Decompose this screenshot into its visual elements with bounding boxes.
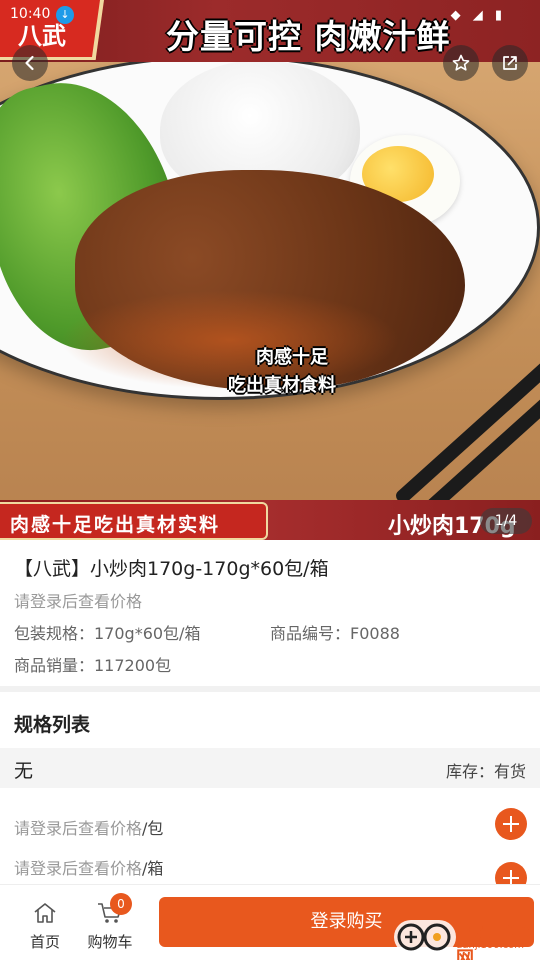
cart-count-badge: 0 <box>110 893 132 915</box>
image-headline: 分量可控 肉嫩汁鲜 <box>166 17 451 56</box>
variant-price-hint[interactable]: 请登录后查看价格 <box>14 859 142 878</box>
download-icon: ↓ <box>56 6 74 24</box>
add-to-cart-button[interactable] <box>495 808 527 840</box>
share-button[interactable] <box>492 45 528 81</box>
back-button[interactable] <box>12 45 48 81</box>
watermark-logo-icon <box>397 923 451 951</box>
section-divider <box>0 686 540 692</box>
home-icon <box>34 903 56 923</box>
promo-banner: 肉感十足吃出真材实料 <box>0 502 268 540</box>
stock-status: 库存：有货 <box>445 762 526 781</box>
spec-option-row[interactable]: 无 库存：有货 <box>0 748 540 788</box>
back-icon <box>25 55 34 71</box>
variant-unit: /包 <box>142 819 164 838</box>
variant-price-hint[interactable]: 请登录后查看价格 <box>14 819 142 838</box>
watermark-url: danji100.com <box>456 940 524 951</box>
status-icons: ◆ ◢ ▮ <box>450 8 506 23</box>
variant-unit: /箱 <box>142 859 164 878</box>
variant-row: 请登录后查看价格/箱 <box>14 855 163 879</box>
product-code: 商品编号：F0088 <box>270 624 400 643</box>
caption-line-1: 肉感十足 <box>256 347 328 368</box>
image-caption: 肉感十足 吃出真材食料 <box>228 344 336 400</box>
share-icon <box>503 56 517 70</box>
spec-list-title: 规格列表 <box>14 714 91 736</box>
login-price-hint[interactable]: 请登录后查看价格 <box>14 588 142 612</box>
favorite-button[interactable] <box>443 45 479 81</box>
image-counter: 1/4 <box>480 508 532 534</box>
nav-home[interactable]: 首页 <box>22 901 68 952</box>
sales-volume: 商品销量：117200包 <box>14 656 172 675</box>
site-watermark: 单机100网 danji100.com <box>394 912 540 960</box>
status-time: 10:40 <box>10 6 51 22</box>
watermark-text: 单机100网 <box>456 922 530 960</box>
variant-row: 请登录后查看价格/包 <box>14 815 163 839</box>
product-image-carousel[interactable]: 八武 分量可控 肉嫩汁鲜 10:40 ↓ ◆ ◢ ▮ 肉感十足 吃出真材食料 肉… <box>0 0 540 540</box>
caption-line-2: 吃出真材食料 <box>228 375 336 396</box>
product-title: 【八武】小炒肉170g-170g*60包/箱 <box>14 558 329 580</box>
package-spec: 包装规格：170g*60包/箱 <box>14 624 201 643</box>
spec-option-none: 无 <box>14 760 34 782</box>
nav-cart-label: 购物车 <box>87 933 133 951</box>
watermark-logo <box>394 920 456 954</box>
promo-text: 肉感十足吃出真材实料 <box>10 514 221 536</box>
nav-home-label: 首页 <box>29 933 60 951</box>
star-icon <box>452 54 470 71</box>
